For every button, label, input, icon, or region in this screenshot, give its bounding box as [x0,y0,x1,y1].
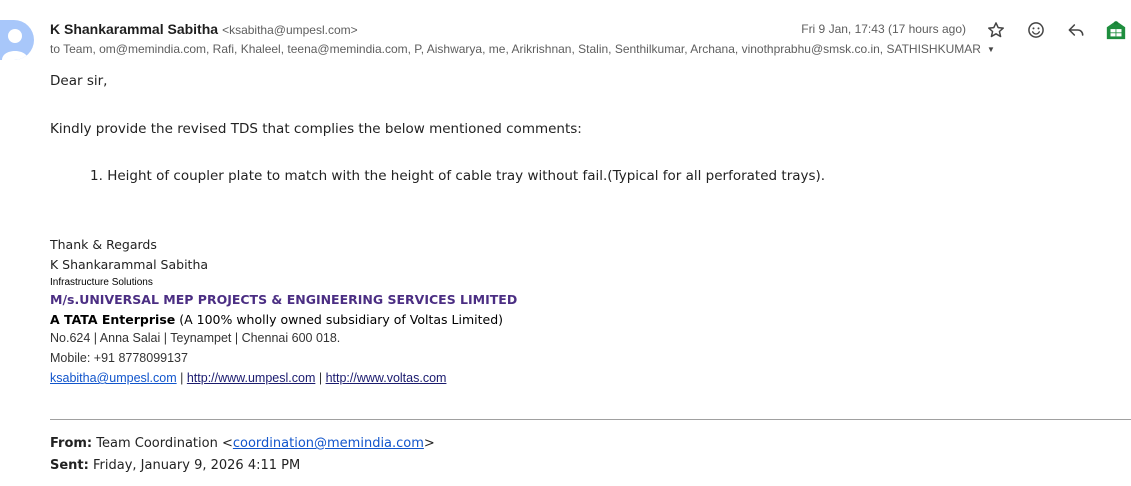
list-item-text: Height of coupler plate to match with th… [107,168,826,184]
sender-name[interactable]: K Shankarammal Sabitha [50,21,218,37]
list-item: 1. Height of coupler plate to match with… [90,168,825,184]
quoted-from-label: From: [50,436,93,451]
message-date[interactable]: Fri 9 Jan, 17:43 (17 hours ago) [801,22,966,36]
recipients-text: to Team, om@memindia.com, Rafi, Khaleel,… [50,42,981,56]
intro-paragraph: Kindly provide the revised TDS that comp… [50,121,582,137]
link-separator: | [315,371,326,385]
signature-department: Infrastructure Solutions [50,277,153,288]
quoted-from-email-link[interactable]: coordination@memindia.com [233,436,424,451]
voltas-website-link[interactable]: http://www.voltas.com [326,371,447,385]
greeting: Dear sir, [50,73,108,89]
sender-avatar[interactable] [0,20,34,60]
quoted-sent-value: Friday, January 9, 2026 4:11 PM [88,458,301,473]
signature-regards: Thank & Regards [50,237,157,252]
emoji-icon[interactable] [1024,18,1048,42]
sender-line: K Shankarammal Sabitha <ksabitha@umpesl.… [50,21,358,41]
list-item-number: 1. [90,168,103,184]
quoted-from-line: From: Team Coordination <coordination@me… [50,436,435,451]
star-icon[interactable] [984,18,1008,42]
email-message-view: K Shankarammal Sabitha <ksabitha@umpesl.… [0,0,1131,486]
signature-address: No.624 | Anna Salai | Teynampet | Chenna… [50,331,341,345]
umpesl-website-link[interactable]: http://www.umpesl.com [187,371,316,385]
signature-mobile: Mobile: +91 8778099137 [50,351,188,365]
signature-links: ksabitha@umpesl.com | http://www.umpesl.… [50,371,446,385]
quoted-divider [50,419,1131,420]
signature-email-link[interactable]: ksabitha@umpesl.com [50,371,177,385]
sender-email: <ksabitha@umpesl.com> [222,23,358,37]
quoted-sent-label: Sent: [50,458,89,473]
sheets-app-icon[interactable] [1104,18,1128,42]
recipients-line: to Team, om@memindia.com, Rafi, Khaleel,… [50,42,995,56]
signature-tata-rest: (A 100% wholly owned subsidiary of Volta… [175,312,504,327]
signature-name: K Shankarammal Sabitha [50,257,209,272]
reply-icon[interactable] [1064,18,1088,42]
show-details-chevron-icon[interactable]: ▼ [987,45,995,54]
quoted-sent-line: Sent: Friday, January 9, 2026 4:11 PM [50,458,300,473]
signature-company: M/s.UNIVERSAL MEP PROJECTS & ENGINEERING… [50,292,518,307]
signature-tata-line: A TATA Enterprise (A 100% wholly owned s… [50,312,503,327]
quoted-from-name: Team Coordination < [92,436,233,451]
signature-tata-bold: A TATA Enterprise [50,312,176,327]
link-separator: | [176,371,187,385]
quoted-from-close: > [423,436,435,451]
